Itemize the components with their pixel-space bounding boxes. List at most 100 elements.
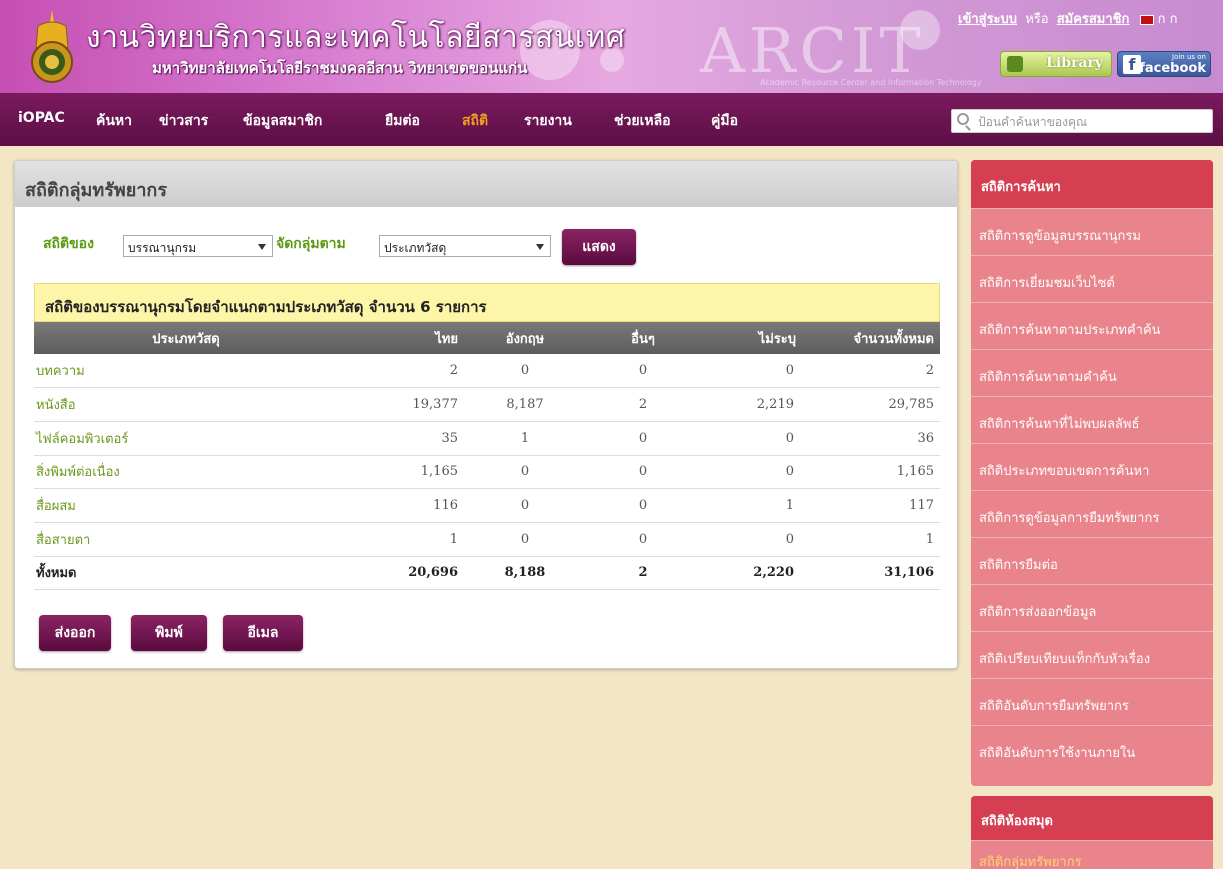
search-input[interactable]: ป้อนคำค้นหาของคุณ — [951, 109, 1213, 133]
library-button-label: Library — [1046, 55, 1103, 71]
arcit-brand-subtitle: Academic Resource Center and Information… — [760, 78, 982, 87]
sidebar-item-search-by-term[interactable]: สถิติการค้นหาตามคำค้น — [971, 349, 1213, 396]
material-type-link[interactable]: สื่อสายตา — [34, 522, 338, 557]
export-button[interactable]: ส่งออก — [39, 615, 111, 651]
thai-count: 19,377 — [338, 387, 464, 422]
sidebar-item-search-by-type[interactable]: สถิติการค้นหาตามประเภทคำค้น — [971, 302, 1213, 349]
english-flag-icon[interactable] — [1139, 14, 1154, 25]
search-stats-menu: สถิติการค้นหา สถิติการดูข้อมูลบรรณานุกรม… — [971, 160, 1213, 786]
table-header-row: ประเภทวัสดุ ไทย อังกฤษ อื่นๆ ไม่ระบุ จำน… — [34, 322, 940, 354]
nav-item-statistics[interactable]: สถิติ — [462, 110, 488, 132]
thai-total: 20,696 — [338, 556, 464, 591]
university-seal-logo[interactable] — [24, 8, 80, 86]
search-placeholder: ป้อนคำค้นหาของคุณ — [978, 115, 1088, 129]
table-row: สิ่งพิมพ์ต่อเนื่อง 1,165 0 0 0 1,165 — [34, 455, 940, 490]
sidebar-item-exports[interactable]: สถิติการส่งออกข้อมูล — [971, 584, 1213, 631]
column-header: อังกฤษ — [464, 322, 586, 354]
nav-item-renew[interactable]: ยืมต่อ — [385, 110, 420, 132]
stats-table: ประเภทวัสดุ ไทย อังกฤษ อื่นๆ ไม่ระบุ จำน… — [34, 322, 940, 591]
sidebar-item-bib-views[interactable]: สถิติการดูข้อมูลบรรณานุกรม — [971, 208, 1213, 255]
account-links: เข้าสู่ระบบ หรือ สมัครสมาชิก ก ก — [958, 8, 1178, 29]
thai-count: 2 — [338, 354, 464, 389]
thai-count: 116 — [338, 488, 464, 523]
nav-item-news[interactable]: ข่าวสาร — [159, 110, 208, 132]
english-count: 8,187 — [464, 387, 586, 422]
english-total: 8,188 — [464, 556, 586, 591]
total-count: 36 — [800, 421, 940, 456]
facebook-label: facebook — [1139, 61, 1206, 76]
show-button[interactable]: แสดง — [562, 229, 636, 265]
sidebar-item-site-visits[interactable]: สถิติการเยี่ยมชมเว็บไซต์ — [971, 255, 1213, 302]
column-header: ประเภทวัสดุ — [34, 322, 338, 354]
column-header: ไม่ระบุ — [700, 322, 800, 354]
total-count: 1 — [800, 522, 940, 557]
material-type-link[interactable]: สื่อผสม — [34, 488, 338, 523]
other-total: 2 — [586, 556, 700, 591]
library-button[interactable]: Library — [1000, 51, 1112, 77]
sidebar-item-renewals[interactable]: สถิติการยืมต่อ — [971, 537, 1213, 584]
site-title: งานวิทยบริการและเทคโนโลยีสารสนเทศ — [86, 20, 626, 55]
chevron-down-icon — [536, 244, 544, 250]
sidebar-item-search-scope[interactable]: สถิติประเภทขอบเขตการค้นหา — [971, 443, 1213, 490]
total-count: 117 — [800, 488, 940, 523]
nav-item-help[interactable]: ช่วยเหลือ — [614, 110, 671, 132]
column-header: อื่นๆ — [586, 322, 700, 354]
unspecified-count: 0 — [700, 455, 800, 490]
material-type-link[interactable]: สิ่งพิมพ์ต่อเนื่อง — [34, 455, 338, 490]
sidebar-item-tag-vs-subject[interactable]: สถิติเปรียบเทียบแท็กกับหัวเรื่อง — [971, 631, 1213, 678]
table-title: สถิติของบรรณานุกรมโดยจำแนกตามประเภทวัสดุ… — [34, 283, 940, 322]
nav-item-reports[interactable]: รายงาน — [524, 110, 572, 132]
unspecified-count: 2,219 — [700, 387, 800, 422]
unspecified-count: 0 — [700, 421, 800, 456]
email-button[interactable]: อีเมล — [223, 615, 303, 651]
register-link[interactable]: สมัครสมาชิก — [1057, 12, 1130, 27]
thai-count: 35 — [338, 421, 464, 456]
other-count: 0 — [586, 421, 700, 456]
unspecified-count: 1 — [700, 488, 800, 523]
login-link[interactable]: เข้าสู่ระบบ — [958, 12, 1017, 27]
arcit-brand-logo: ARCIT — [700, 14, 925, 87]
main-nav: iOPAC ค้นหา ข่าวสาร ข้อมูลสมาชิก ยืมต่อ … — [0, 93, 1223, 146]
thai-count: 1,165 — [338, 455, 464, 490]
total-count: 29,785 — [800, 387, 940, 422]
column-header: จำนวนทั้งหมด — [800, 322, 940, 354]
other-count: 0 — [586, 488, 700, 523]
table-row: บทความ 2 0 0 0 2 — [34, 354, 940, 389]
sidebar-item-borrow-views[interactable]: สถิติการดูข้อมูลการยืมทรัพยากร — [971, 490, 1213, 537]
material-type-link[interactable]: บทความ — [34, 354, 338, 389]
nav-item-member-info[interactable]: ข้อมูลสมาชิก — [243, 110, 322, 132]
grand-total: 31,106 — [800, 556, 940, 591]
search-icon — [957, 113, 969, 125]
nav-item-iopac[interactable]: iOPAC — [18, 110, 65, 126]
search-stats-heading: สถิติการค้นหา — [971, 160, 1213, 208]
language-switcher[interactable]: ก ก — [1139, 8, 1178, 29]
material-type-link[interactable]: ไฟล์คอมพิวเตอร์ — [34, 421, 338, 456]
table-row: สื่อสายตา 1 0 0 0 1 — [34, 522, 940, 557]
english-count: 0 — [464, 522, 586, 557]
material-type-link[interactable]: หนังสือ — [34, 387, 338, 422]
other-count: 0 — [586, 522, 700, 557]
stats-of-select[interactable]: บรรณานุกรม — [123, 235, 273, 257]
thai-language-link[interactable]: ก ก — [1158, 12, 1178, 27]
nav-item-search[interactable]: ค้นหา — [96, 110, 132, 132]
other-count: 0 — [586, 354, 700, 389]
library-stats-heading: สถิติห้องสมุด — [971, 796, 1213, 840]
thai-count: 1 — [338, 522, 464, 557]
site-header: งานวิทยบริการและเทคโนโลยีสารสนเทศ มหาวิท… — [0, 0, 1223, 93]
english-count: 0 — [464, 354, 586, 389]
english-count: 1 — [464, 421, 586, 456]
sidebar-item-internal-use-ranking[interactable]: สถิติอันดับการใช้งานภายใน — [971, 725, 1213, 772]
sidebar-item-resource-groups[interactable]: สถิติกลุ่มทรัพยากร — [971, 840, 1213, 869]
facebook-button[interactable]: f Join us on facebook — [1117, 51, 1211, 77]
group-by-value: ประเภทวัสดุ — [384, 241, 447, 255]
print-button[interactable]: พิมพ์ — [131, 615, 207, 651]
sidebar-item-borrow-ranking[interactable]: สถิติอันดับการยืมทรัพยากร — [971, 678, 1213, 725]
sidebar-item-no-results[interactable]: สถิติการค้นหาที่ไม่พบผลลัพธ์ — [971, 396, 1213, 443]
nav-item-manual[interactable]: คู่มือ — [711, 110, 738, 132]
group-by-select[interactable]: ประเภทวัสดุ — [379, 235, 551, 257]
table-row: ไฟล์คอมพิวเตอร์ 35 1 0 0 36 — [34, 421, 940, 456]
group-by-label: จัดกลุ่มตาม — [276, 236, 346, 252]
total-count: 2 — [800, 354, 940, 389]
chevron-down-icon — [258, 244, 266, 250]
table-row: หนังสือ 19,377 8,187 2 2,219 29,785 — [34, 387, 940, 422]
